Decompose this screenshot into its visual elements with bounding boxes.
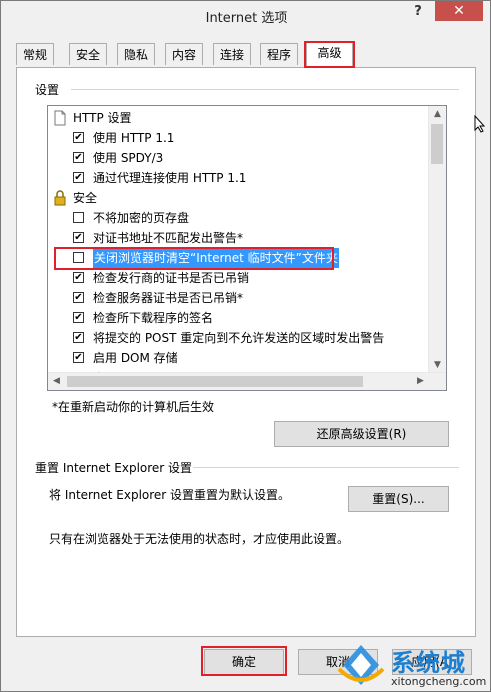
settings-option[interactable]: ✔ 通过代理连接使用 HTTP 1.1 <box>48 168 428 188</box>
settings-option-label: 启用 DOM 存储 <box>93 351 178 365</box>
scroll-left-icon[interactable]: ◀ <box>48 373 65 390</box>
watermark-brand: 系统城 <box>391 649 466 677</box>
option-checkbox[interactable]: ✔ <box>73 152 84 163</box>
reset-group-divider <box>193 467 459 468</box>
settings-option[interactable]: 不将加密的页存盘 <box>48 208 428 228</box>
option-checkbox[interactable]: ✔ <box>73 172 84 183</box>
settings-option[interactable]: ✔ 对证书地址不匹配发出警告* <box>48 228 428 248</box>
tab-advanced-highlight-box <box>304 41 355 68</box>
settings-option[interactable]: ✔ 检查服务器证书是否已吊销* <box>48 288 428 308</box>
mouse-cursor-icon <box>474 114 486 133</box>
watermark-logo-icon <box>337 645 385 685</box>
settings-option[interactable]: ✔ 使用 SPDY/3 <box>48 148 428 168</box>
reset-button[interactable]: 重置(S)... <box>348 486 449 512</box>
settings-option-label: 不将加密的页存盘 <box>93 211 190 225</box>
settings-option-label: 检查发行商的证书是否已吊销 <box>93 271 250 285</box>
scroll-right-icon[interactable]: ▶ <box>412 373 429 390</box>
settings-option-label: 对证书地址不匹配发出警告* <box>93 231 244 245</box>
lock-icon <box>52 190 68 206</box>
option-checkbox[interactable]: ✔ <box>73 292 84 303</box>
option-checkbox[interactable]: ✔ <box>73 352 84 363</box>
settings-category: 安全 <box>48 188 428 208</box>
close-button[interactable]: ✕ <box>435 1 483 21</box>
reset-description: 将 Internet Explorer 设置重置为默认设置。 <box>49 488 291 502</box>
scroll-up-icon[interactable]: ▲ <box>429 106 446 123</box>
ok-highlight-box <box>201 646 287 676</box>
tab-programs[interactable]: 程序 <box>260 43 298 65</box>
horizontal-scrollbar[interactable]: ◀ ▶ <box>48 372 446 390</box>
option-checkbox[interactable]: ✔ <box>73 272 84 283</box>
option-highlight-box <box>54 247 334 270</box>
settings-option[interactable]: ✔ 检查所下载程序的签名 <box>48 308 428 328</box>
watermark: 系统城 xitongcheng.com <box>335 641 490 691</box>
watermark-url: xitongcheng.com <box>391 675 487 688</box>
settings-option-label: 将提交的 POST 重定向到不允许发送的区域时发出警告 <box>93 331 385 345</box>
tab-general[interactable]: 常规 <box>16 43 54 65</box>
option-checkbox[interactable]: ✔ <box>73 332 84 343</box>
settings-category-label: 安全 <box>73 191 98 205</box>
horizontal-scroll-thumb[interactable] <box>67 376 363 387</box>
settings-option-label: 使用 SPDY/3 <box>93 151 164 165</box>
settings-option[interactable]: ✔ 使用 HTTP 1.1 <box>48 128 428 148</box>
settings-option-label: 使用 HTTP 1.1 <box>93 131 175 145</box>
title-bar[interactable]: Internet 选项 ? ✕ <box>1 1 490 31</box>
help-button[interactable]: ? <box>411 4 425 24</box>
reset-group-title: 重置 Internet Explorer 设置 <box>35 461 193 475</box>
restart-note: *在重新启动你的计算机后生效 <box>52 400 215 414</box>
settings-option[interactable]: ✔ 启用 DOM 存储 <box>48 348 428 368</box>
settings-group-label: 设置 <box>35 83 60 97</box>
settings-divider <box>71 89 459 90</box>
option-checkbox[interactable]: ✔ <box>73 312 84 323</box>
settings-category: HTTP 设置 <box>48 108 428 128</box>
settings-option-label: 检查服务器证书是否已吊销* <box>93 291 244 305</box>
vertical-scrollbar[interactable]: ▲ ▼ <box>428 106 446 374</box>
settings-option[interactable]: ✔ 检查发行商的证书是否已吊销 <box>48 268 428 288</box>
tab-privacy[interactable]: 隐私 <box>117 43 155 65</box>
option-checkbox[interactable]: ✔ <box>73 232 84 243</box>
option-checkbox[interactable]: ✔ <box>73 132 84 143</box>
settings-option-label: 检查所下载程序的签名 <box>93 311 214 325</box>
settings-category-label: HTTP 设置 <box>73 111 132 125</box>
tab-content[interactable]: 内容 <box>165 43 203 65</box>
settings-option-label: 通过代理连接使用 HTTP 1.1 <box>93 171 247 185</box>
tab-security[interactable]: 安全 <box>69 43 107 65</box>
internet-options-dialog: Internet 选项 ? ✕ 常规 安全 隐私 内容 连接 程序 高级 设置 … <box>0 0 491 692</box>
reset-warning: 只有在浏览器处于无法使用的状态时，才应使用此设置。 <box>49 532 350 546</box>
tab-connections[interactable]: 连接 <box>213 43 251 65</box>
restore-advanced-button[interactable]: 还原高级设置(R) <box>274 421 449 447</box>
vertical-scroll-thumb[interactable] <box>431 124 443 164</box>
page-icon <box>52 110 68 126</box>
option-checkbox[interactable] <box>73 212 84 223</box>
settings-option[interactable]: ✔ 将提交的 POST 重定向到不允许发送的区域时发出警告 <box>48 328 428 348</box>
